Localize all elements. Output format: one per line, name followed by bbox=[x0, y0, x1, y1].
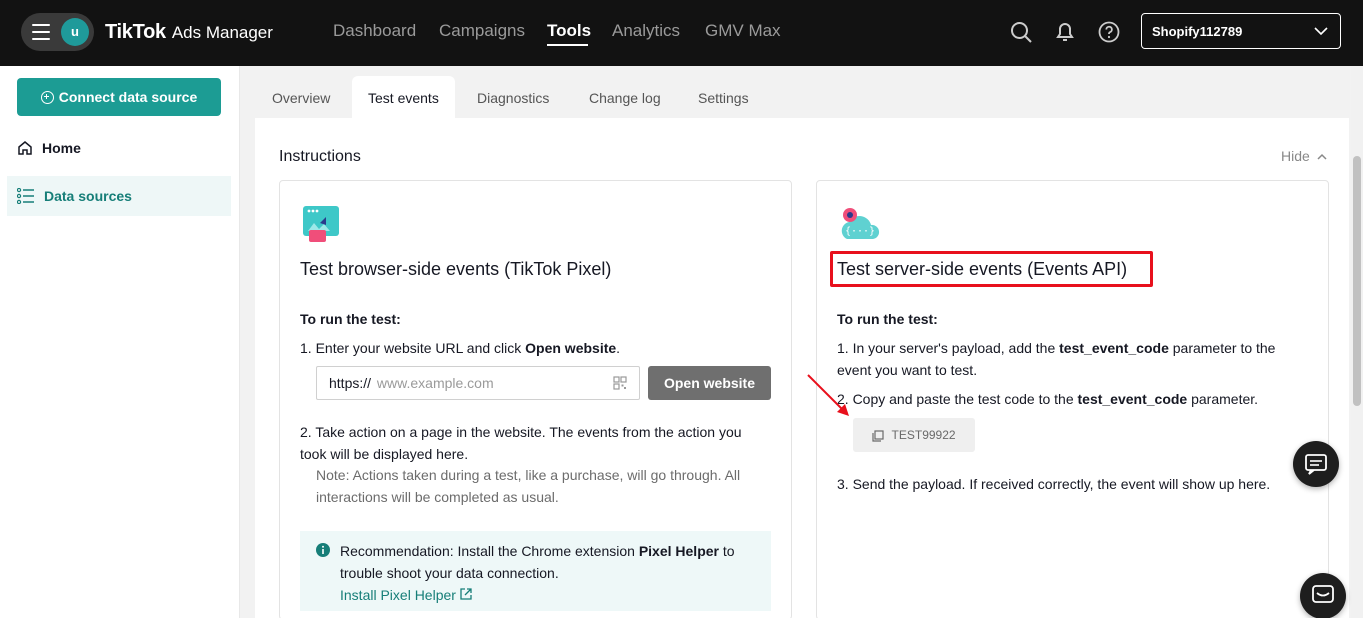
svg-text:{···}: {···} bbox=[845, 226, 875, 237]
server-card-title: Test server-side events (Events API) bbox=[837, 259, 1128, 279]
brand-name: TikTok bbox=[105, 20, 166, 43]
recommendation-text: Recommendation: Install the Chrome exten… bbox=[340, 540, 771, 584]
help-icon[interactable] bbox=[1097, 20, 1121, 44]
nav-active-indicator bbox=[547, 44, 588, 46]
url-placeholder: www.example.com bbox=[376, 375, 494, 391]
server-events-card: {···} Test server-side events (Events AP… bbox=[816, 180, 1329, 618]
step-bold: Open website bbox=[525, 340, 617, 356]
open-website-button[interactable]: Open website bbox=[648, 366, 771, 400]
step-text: parameter. bbox=[1187, 391, 1259, 407]
browser-step-2: 2. Take action on a page in the website.… bbox=[300, 424, 742, 462]
top-bar: u TikTok Ads Manager Dashboard Campaigns… bbox=[0, 0, 1363, 322]
server-api-icon: {···} bbox=[841, 208, 880, 239]
recommendation-box: Recommendation: Install the Chrome exten… bbox=[300, 531, 771, 611]
server-run-label: To run the test: bbox=[837, 311, 938, 327]
chevron-down-icon bbox=[1314, 27, 1328, 36]
nav-gmv-max[interactable]: GMV Max bbox=[705, 21, 781, 41]
website-url-input[interactable]: https:// www.example.com bbox=[316, 366, 640, 400]
step-text: 2. Copy and paste the test code to the bbox=[837, 391, 1078, 407]
tab-overview[interactable]: Overview bbox=[272, 76, 330, 118]
avatar[interactable]: u bbox=[61, 18, 89, 46]
plus-circle-icon bbox=[40, 90, 54, 104]
chat-icon bbox=[1305, 454, 1327, 475]
instructions-title: Instructions bbox=[279, 148, 361, 165]
qr-code-icon[interactable] bbox=[613, 376, 627, 390]
tab-change-log[interactable]: Change log bbox=[589, 76, 661, 118]
home-icon bbox=[18, 141, 32, 155]
nav-analytics[interactable]: Analytics bbox=[612, 21, 680, 41]
tab-diagnostics[interactable]: Diagnostics bbox=[477, 76, 549, 118]
copy-icon bbox=[872, 430, 885, 442]
step-bold: test_event_code bbox=[1077, 391, 1188, 407]
sidebar-item-home[interactable]: Home bbox=[7, 128, 231, 168]
hide-toggle[interactable]: Hide bbox=[1281, 148, 1327, 164]
tab-settings[interactable]: Settings bbox=[698, 76, 749, 118]
account-selector[interactable]: Shopify112789 bbox=[1141, 13, 1341, 49]
search-icon[interactable] bbox=[1009, 20, 1033, 44]
server-step-1: 1. In your server's payload, add the tes… bbox=[837, 337, 1307, 381]
account-name: Shopify112789 bbox=[1152, 24, 1243, 39]
red-arrow-annotation bbox=[807, 374, 849, 416]
tab-test-events[interactable]: Test events bbox=[352, 76, 455, 118]
page-scrollbar[interactable] bbox=[1351, 66, 1363, 618]
step-text: 1. Enter your website URL and click bbox=[300, 340, 526, 356]
brand-logo[interactable]: TikTok Ads Manager bbox=[105, 18, 273, 322]
sidebar: Connect data source Home Data sources bbox=[0, 66, 240, 618]
chat-support-button[interactable] bbox=[1293, 441, 1339, 487]
main-panel: Instructions Hide Test browser-side even… bbox=[255, 118, 1349, 618]
chevron-up-icon bbox=[1317, 154, 1327, 160]
nav-dashboard[interactable]: Dashboard bbox=[333, 21, 416, 41]
connect-data-source-button[interactable]: Connect data source bbox=[17, 78, 221, 116]
step-text: . bbox=[616, 340, 621, 356]
menu-toggle[interactable]: u bbox=[21, 13, 94, 51]
step-bold: test_event_code bbox=[1059, 340, 1169, 356]
info-icon bbox=[316, 543, 330, 557]
url-prefix: https:// bbox=[329, 375, 372, 391]
install-pixel-helper-link[interactable]: Install Pixel Helper bbox=[340, 584, 771, 606]
connect-data-source-label: Connect data source bbox=[58, 89, 198, 105]
browser-events-card: Test browser-side events (TikTok Pixel) … bbox=[279, 180, 792, 618]
server-step-3: 3. Send the payload. If received correct… bbox=[837, 476, 1271, 492]
browser-card-title: Test browser-side events (TikTok Pixel) bbox=[300, 259, 612, 279]
reco-bold: Pixel Helper bbox=[638, 543, 719, 559]
nav-campaigns[interactable]: Campaigns bbox=[439, 21, 525, 41]
reco-text: Recommendation: Install the Chrome exten… bbox=[340, 543, 639, 559]
sidebar-item-data-sources[interactable]: Data sources bbox=[7, 176, 231, 216]
bell-icon[interactable] bbox=[1053, 20, 1077, 44]
product-name: Ads Manager bbox=[171, 23, 273, 42]
nav-tools[interactable]: Tools bbox=[547, 21, 591, 41]
external-link-icon bbox=[460, 588, 472, 600]
test-code: TEST99922 bbox=[891, 428, 956, 442]
step-text: 1. In your server's payload, add the bbox=[837, 340, 1060, 356]
browser-pixel-icon bbox=[303, 206, 339, 242]
sidebar-item-label: Data sources bbox=[44, 188, 132, 204]
message-icon bbox=[1312, 585, 1334, 603]
browser-step-1: 1. Enter your website URL and click Open… bbox=[300, 337, 620, 359]
browser-note: Note: Actions taken during a test, like … bbox=[316, 467, 741, 505]
hamburger-icon[interactable] bbox=[32, 24, 50, 40]
sidebar-item-label: Home bbox=[42, 140, 81, 156]
scrollbar-thumb[interactable] bbox=[1353, 156, 1361, 406]
message-button[interactable] bbox=[1300, 573, 1346, 618]
hide-label: Hide bbox=[1281, 148, 1310, 164]
install-link-label: Install Pixel Helper bbox=[340, 587, 456, 603]
browser-run-label: To run the test: bbox=[300, 311, 401, 327]
copy-test-code-button[interactable]: TEST99922 bbox=[853, 418, 975, 452]
server-step-2: 2. Copy and paste the test code to the t… bbox=[837, 388, 1307, 410]
list-icon bbox=[17, 188, 34, 204]
